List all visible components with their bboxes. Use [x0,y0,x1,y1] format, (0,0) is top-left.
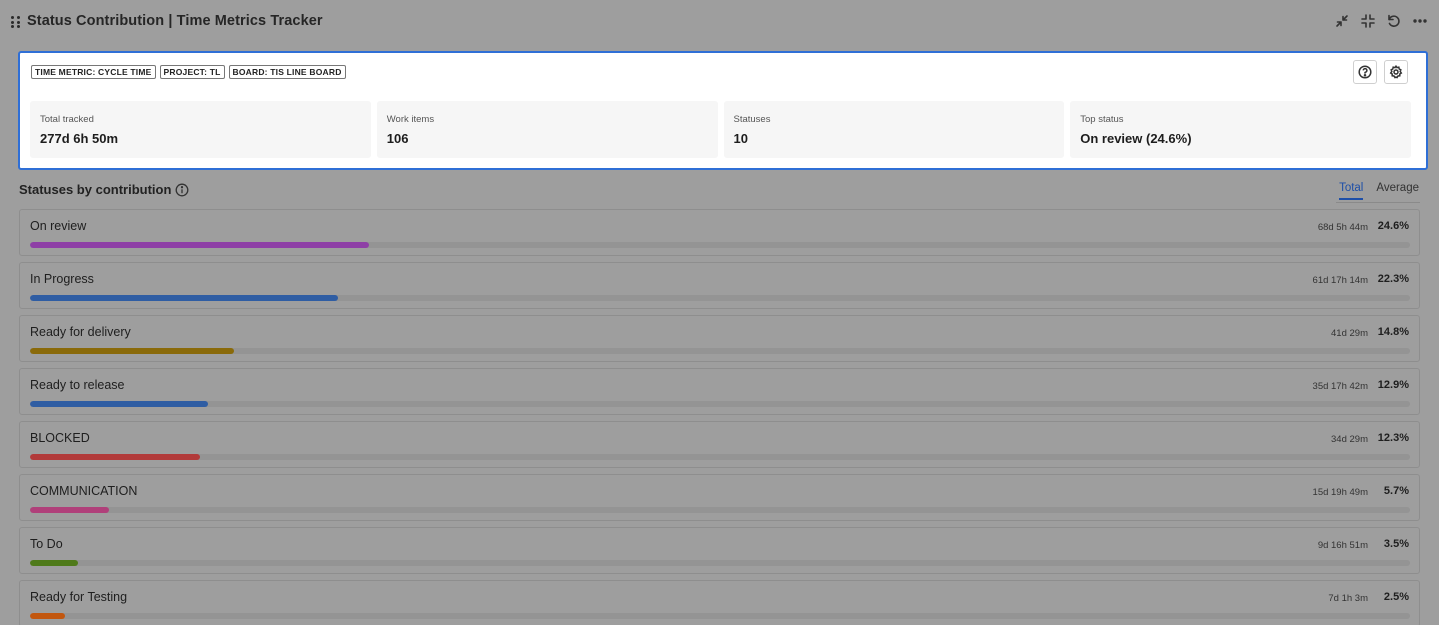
contribution-bar-track [30,295,1410,301]
status-duration: 41d 29m [1331,328,1368,339]
status-name: BLOCKED [30,431,90,445]
contribution-bar-fill [30,401,209,407]
info-icon[interactable] [175,183,189,197]
stat-label: Top status [1080,114,1124,125]
status-duration: 68d 5h 44m [1317,222,1368,233]
stat-top-status: Top status On review (24.6%) [1070,101,1411,158]
status-duration: 35d 17h 42m [1312,381,1368,392]
stat-work-items: Work items 106 [376,101,718,158]
contribution-bar-track [30,401,1410,407]
gadget-header: Status Contribution | Time Metrics Track… [0,0,1439,44]
help-button[interactable] [1353,60,1377,84]
status-percent: 3.5% [1383,538,1409,550]
stat-value: 277d 6h 50m [40,131,119,146]
gear-icon [1389,65,1403,79]
refresh-icon[interactable] [1385,12,1403,30]
contribution-bar-track [30,242,1410,248]
chip-time-metric: TIME METRIC: CYCLE TIME [31,65,156,79]
summary-panel: TIME METRIC: CYCLE TIME PROJECT: TL BOAR… [18,51,1428,170]
stat-label: Statuses [733,114,771,125]
tab-average[interactable]: Average [1376,182,1419,200]
chip-project: PROJECT: TL [159,65,225,79]
minimize-icon[interactable] [1359,12,1377,30]
tabs-divider [1336,202,1420,203]
status-name: Ready for delivery [30,325,131,339]
contribution-bar-fill [30,454,200,460]
help-icon [1358,65,1372,79]
stats-row: Total tracked 277d 6h 50m Work items 106… [30,101,1411,158]
contribution-bar-track [30,560,1410,566]
filter-chips: TIME METRIC: CYCLE TIME PROJECT: TL BOAR… [31,65,346,79]
status-row[interactable]: To Do 9d 16h 51m 3.5% [19,527,1420,574]
gadget-title: Status Contribution | Time Metrics Track… [27,13,323,29]
status-name: On review [30,219,87,233]
status-name: COMMUNICATION [30,484,138,498]
status-name: Ready for Testing [30,590,128,604]
contribution-bar-fill [30,348,235,354]
status-percent: 2.5% [1383,591,1409,603]
status-percent: 5.7% [1383,485,1409,497]
stat-value: 10 [733,131,748,146]
status-row[interactable]: In Progress 61d 17h 14m 22.3% [19,262,1420,309]
status-row[interactable]: Ready for delivery 41d 29m 14.8% [19,315,1420,362]
status-duration: 9d 16h 51m [1317,540,1368,551]
status-percent: 12.9% [1377,379,1409,391]
status-row[interactable]: Ready to release 35d 17h 42m 12.9% [19,368,1420,415]
stat-label: Work items [386,114,435,125]
stat-total-tracked: Total tracked 277d 6h 50m [30,101,371,158]
status-percent: 24.6% [1377,220,1409,232]
header-toolbar [1333,12,1429,30]
status-row[interactable]: COMMUNICATION 15d 19h 49m 5.7% [19,474,1420,521]
contribution-bar-fill [30,560,79,566]
contribution-bar-track [30,507,1410,513]
status-duration: 34d 29m [1331,434,1368,445]
section-title: Statuses by contribution [19,182,172,197]
settings-button[interactable] [1384,60,1408,84]
contribution-bar-track [30,454,1410,460]
chip-board: BOARD: TIS LINE BOARD [228,65,346,79]
drag-handle-icon[interactable] [11,16,20,28]
status-percent: 22.3% [1377,273,1409,285]
contribution-bar-fill [30,242,370,248]
collapse-icon[interactable] [1333,12,1351,30]
contribution-bar-fill [30,507,109,513]
stat-label: Total tracked [40,114,94,125]
status-name: To Do [30,537,63,551]
status-percent: 12.3% [1377,432,1409,444]
more-icon[interactable] [1411,12,1429,30]
contribution-bar-track [30,613,1410,619]
stat-value: On review (24.6%) [1080,131,1192,146]
status-duration: 61d 17h 14m [1312,275,1368,286]
stat-value: 106 [386,131,409,146]
status-duration: 7d 1h 3m [1328,593,1368,604]
status-row[interactable]: Ready for Testing 7d 1h 3m 2.5% [19,580,1420,625]
status-name: Ready to release [30,378,125,392]
status-percent: 14.8% [1377,326,1409,338]
contribution-bar-fill [30,295,338,301]
status-duration: 15d 19h 49m [1312,487,1368,498]
status-name: In Progress [30,272,94,286]
status-row[interactable]: On review 68d 5h 44m 24.6% [19,209,1420,256]
tab-total[interactable]: Total [1339,182,1364,200]
status-contribution-gadget: Status Contribution | Time Metrics Track… [0,0,1439,625]
view-tabs: Total Average [1339,182,1419,200]
status-row[interactable]: BLOCKED 34d 29m 12.3% [19,421,1420,468]
contribution-bar-track [30,348,1410,354]
stat-statuses: Statuses 10 [723,101,1065,158]
contribution-bar-fill [30,613,65,619]
